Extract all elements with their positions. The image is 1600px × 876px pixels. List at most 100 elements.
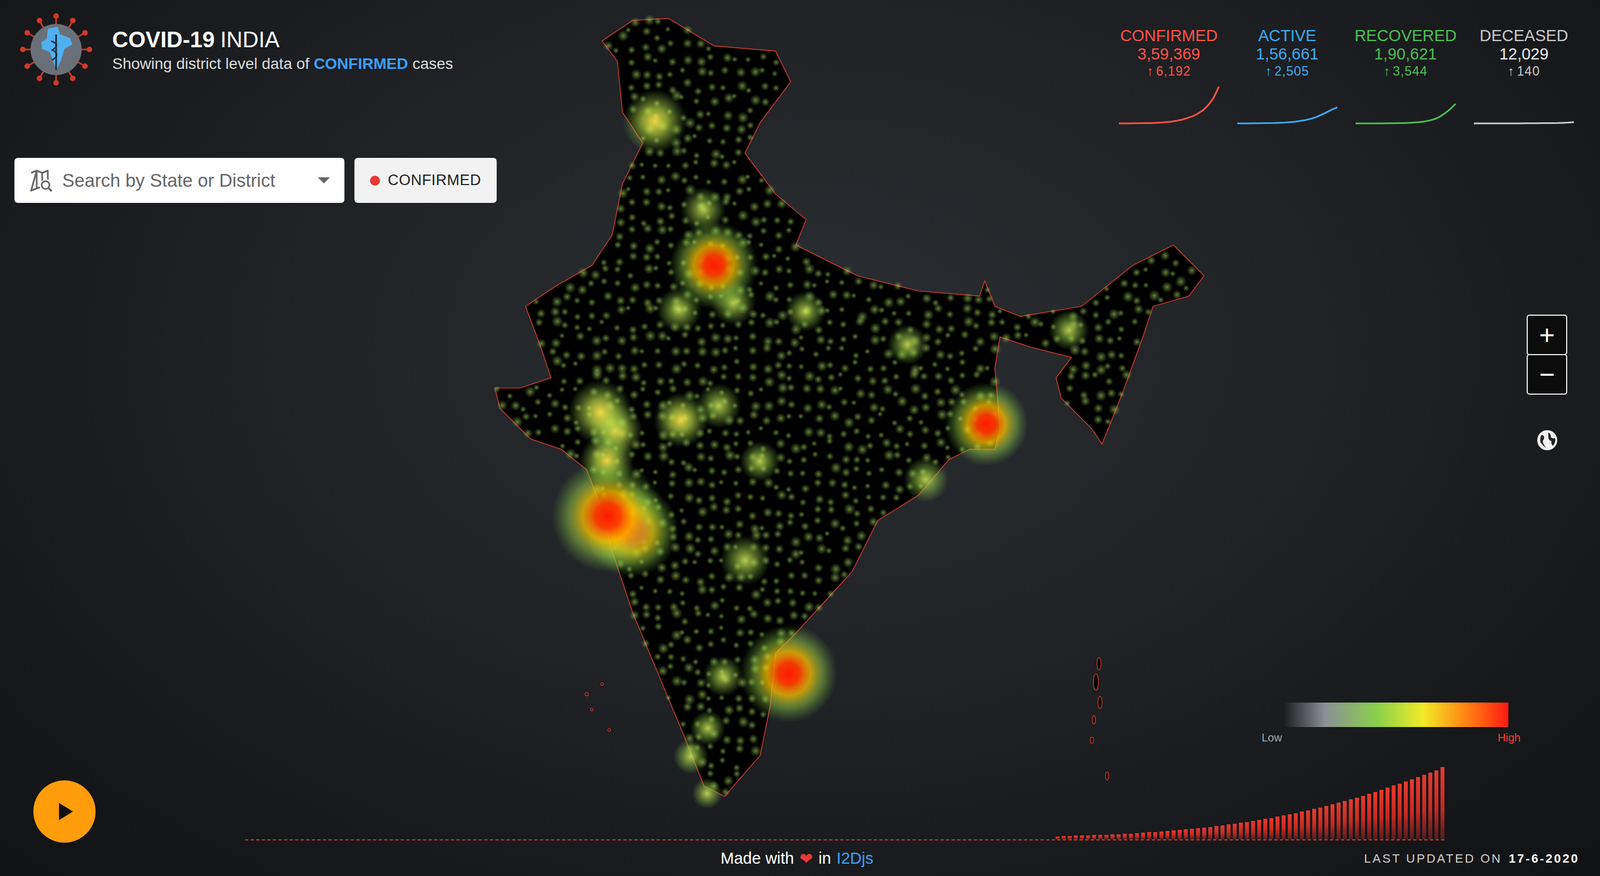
timeline-bar[interactable] <box>1196 827 1200 839</box>
stat-card: CONFIRMED3,59,369↑6,192 <box>1113 26 1225 126</box>
timeline-bar[interactable] <box>1147 831 1152 839</box>
play-button[interactable] <box>33 780 96 843</box>
timeline-bar[interactable] <box>1312 808 1317 839</box>
timeline-bar[interactable] <box>1318 807 1323 839</box>
hotspot[interactable] <box>670 221 759 310</box>
timeline-bar[interactable] <box>1128 833 1133 840</box>
hotspot[interactable] <box>551 459 664 572</box>
hotspot[interactable] <box>887 324 929 365</box>
timeline-bar[interactable] <box>1397 783 1402 839</box>
timeline-bar[interactable] <box>1403 781 1408 839</box>
timeline-bar[interactable] <box>1251 820 1255 839</box>
timeline-bar[interactable] <box>1226 823 1231 839</box>
timeline-bar[interactable] <box>1293 812 1298 839</box>
timeline-bar[interactable] <box>1098 834 1103 839</box>
hotspot[interactable] <box>739 441 780 482</box>
india-map[interactable] <box>0 0 1600 876</box>
timeline-bar[interactable] <box>1367 793 1372 839</box>
timeline-bar[interactable] <box>1086 835 1090 839</box>
metric-button[interactable]: CONFIRMED <box>354 157 497 203</box>
timeline-bar[interactable] <box>1281 815 1286 839</box>
hotspot[interactable] <box>739 624 838 723</box>
sparkline <box>1354 83 1457 126</box>
timeline-bar[interactable] <box>1073 835 1078 839</box>
timeline-bar[interactable] <box>1440 766 1445 839</box>
timeline-bar[interactable] <box>1324 805 1329 839</box>
hotspot[interactable] <box>944 382 1028 466</box>
timeline-bar[interactable] <box>1391 785 1396 839</box>
timeline-bar[interactable] <box>1232 823 1237 839</box>
timeline-bar[interactable] <box>1361 795 1365 839</box>
timeline-bar[interactable] <box>1214 825 1219 839</box>
zoom-in-button[interactable]: + <box>1526 314 1568 355</box>
stat-value: 3,59,369 <box>1137 45 1201 64</box>
timeline-bar[interactable] <box>1373 791 1378 839</box>
timeline-bar[interactable] <box>1422 774 1427 839</box>
timeline-bar[interactable] <box>1177 829 1182 839</box>
timeline-bar[interactable] <box>1171 830 1176 839</box>
timeline-bar[interactable] <box>1263 818 1268 839</box>
timeline-bar[interactable] <box>1434 770 1439 839</box>
timeline-bar[interactable] <box>1410 778 1414 839</box>
stat-card: ACTIVE1,56,661↑2,505 <box>1231 26 1343 126</box>
timeline-bar[interactable] <box>1428 772 1433 839</box>
hotspot[interactable] <box>1048 310 1090 351</box>
search-dropdown[interactable]: Search by State or District <box>14 157 345 203</box>
timeline-bar[interactable] <box>1165 830 1170 839</box>
timeline-bar[interactable] <box>1275 816 1280 839</box>
credit-link[interactable]: I2Djs <box>836 848 874 868</box>
india-outline[interactable] <box>495 18 1205 797</box>
timeline-bar[interactable] <box>1141 832 1145 839</box>
timeline-bar[interactable] <box>1379 789 1384 839</box>
hotspot[interactable] <box>622 89 688 154</box>
sparkline <box>1472 83 1575 126</box>
hotspot[interactable] <box>702 656 744 697</box>
timeline-bar[interactable] <box>1122 833 1127 839</box>
timeline-bar[interactable] <box>1257 819 1262 839</box>
timeline-bar[interactable] <box>1067 835 1072 839</box>
timeline-bar[interactable] <box>1055 836 1060 839</box>
timeline-bar[interactable] <box>1306 810 1310 840</box>
brand: COVID-19INDIAShowing district level data… <box>18 12 497 87</box>
timeline-bar[interactable] <box>1202 827 1207 839</box>
timeline-bar[interactable] <box>1348 798 1353 839</box>
hotspot[interactable] <box>785 291 826 332</box>
timeline-bar[interactable] <box>1104 834 1109 839</box>
globe-icon[interactable] <box>1536 428 1559 452</box>
timeline-bar[interactable] <box>1336 802 1341 839</box>
timeline-bar[interactable] <box>1220 825 1225 839</box>
timeline-bar[interactable] <box>1092 834 1097 839</box>
timeline-bar[interactable] <box>1159 831 1164 839</box>
timeline-bar[interactable] <box>1080 835 1084 839</box>
timeline[interactable] <box>245 761 1445 840</box>
timeline-bar[interactable] <box>1153 831 1158 839</box>
timeline-bar[interactable] <box>1287 813 1292 839</box>
timeline-bar[interactable] <box>1110 833 1115 839</box>
timeline-bar[interactable] <box>1330 803 1335 839</box>
timeline-bar[interactable] <box>1269 817 1274 839</box>
timeline-bar[interactable] <box>1061 835 1066 839</box>
hotspot[interactable] <box>691 777 723 809</box>
timeline-bar[interactable] <box>1300 811 1304 839</box>
hotspot[interactable] <box>720 535 770 585</box>
hotspot[interactable] <box>568 380 633 445</box>
last-updated: LAST UPDATED ON17-6-2020 <box>1363 851 1580 866</box>
zoom-out-button[interactable]: − <box>1526 353 1568 395</box>
timeline-bar[interactable] <box>1355 797 1359 839</box>
timeline-bar[interactable] <box>1116 833 1121 839</box>
hotspot[interactable] <box>690 710 726 746</box>
timeline-bar[interactable] <box>1183 828 1188 839</box>
hotspot[interactable] <box>653 392 708 447</box>
timeline-bar[interactable] <box>1190 828 1194 839</box>
timeline-bar[interactable] <box>1238 822 1243 839</box>
timeline-bar[interactable] <box>1416 776 1420 839</box>
timeline-bar[interactable] <box>1342 800 1347 839</box>
timeline-bar[interactable] <box>1385 787 1390 839</box>
timeline-bar[interactable] <box>1135 832 1139 839</box>
hotspot[interactable] <box>903 456 949 502</box>
timeline-bar[interactable] <box>1208 826 1213 839</box>
stat-label: ACTIVE <box>1258 26 1317 45</box>
footer: Made with❤inI2DjsLAST UPDATED ON17-6-202… <box>14 848 1580 868</box>
stat-value: 12,029 <box>1499 45 1549 64</box>
timeline-bar[interactable] <box>1245 821 1249 839</box>
